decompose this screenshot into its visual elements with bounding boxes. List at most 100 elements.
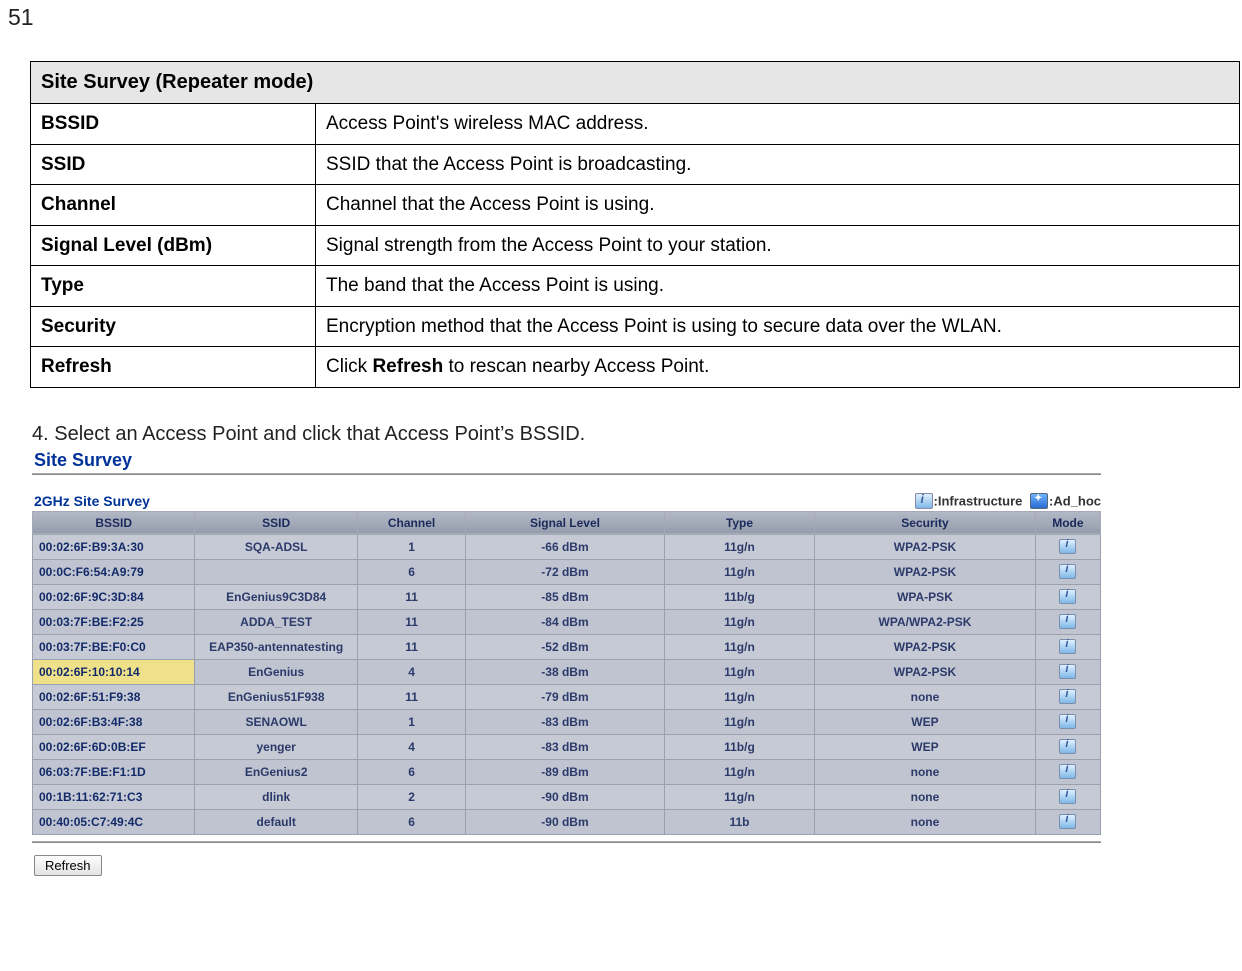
ssid-cell: ADDA_TEST [195,609,357,634]
table-row: 00:0C:F6:54:A9:79 6-72 dBm11g/nWPA2-PSK [33,559,1101,584]
bssid-link[interactable]: 00:02:6F:9C:3D:84 [39,590,144,604]
site-survey-panel: Site Survey 2GHz Site Survey :Infrastruc… [32,450,1101,876]
infrastructure-icon [1059,739,1076,754]
desc-label: Channel [31,185,316,226]
infrastructure-icon [1059,689,1076,704]
type-cell: 11g/n [664,759,814,784]
grid-header: Security [815,511,1036,534]
infrastructure-icon [1059,564,1076,579]
channel-cell: 11 [357,684,465,709]
security-cell: none [815,759,1036,784]
mode-cell [1035,784,1100,809]
infrastructure-icon [1059,589,1076,604]
table-row: 00:02:6F:B9:3A:30SQA-ADSL1-66 dBm11g/nWP… [33,534,1101,559]
mode-cell [1035,534,1100,559]
desc-value: SSID that the Access Point is broadcasti… [316,144,1240,185]
signal-cell: -72 dBm [466,559,665,584]
infrastructure-icon [1059,789,1076,804]
type-cell: 11g/n [664,534,814,559]
mode-cell [1035,684,1100,709]
signal-cell: -79 dBm [466,684,665,709]
legend: :Infrastructure :Ad_hoc [911,493,1101,511]
adhoc-icon [1030,493,1048,509]
desc-value: Signal strength from the Access Point to… [316,225,1240,266]
infrastructure-icon [1059,539,1076,554]
site-survey-grid: BSSIDSSIDChannelSignal LevelTypeSecurity… [32,511,1101,835]
description-title: Site Survey (Repeater mode) [31,62,1240,104]
channel-cell: 11 [357,609,465,634]
security-cell: WPA-PSK [815,584,1036,609]
channel-cell: 6 [357,559,465,584]
bssid-link[interactable]: 00:02:6F:6D:0B:EF [39,740,146,754]
channel-cell: 6 [357,809,465,834]
desc-label: Type [31,266,316,307]
bssid-link[interactable]: 00:0C:F6:54:A9:79 [39,565,144,579]
desc-label: Signal Level (dBm) [31,225,316,266]
desc-value: The band that the Access Point is using. [316,266,1240,307]
grid-header: Mode [1035,511,1100,534]
table-row: 00:02:6F:9C:3D:84EnGenius9C3D8411-85 dBm… [33,584,1101,609]
signal-cell: -90 dBm [466,809,665,834]
security-cell: WPA2-PSK [815,559,1036,584]
bssid-link[interactable]: 00:02:6F:10:10:14 [39,665,140,679]
ssid-cell [195,559,357,584]
infrastructure-icon [1059,614,1076,629]
mode-cell [1035,734,1100,759]
bssid-link[interactable]: 00:03:7F:BE:F2:25 [39,615,144,629]
grid-header: Signal Level [466,511,665,534]
security-cell: WPA/WPA2-PSK [815,609,1036,634]
mode-cell [1035,634,1100,659]
type-cell: 11b/g [664,734,814,759]
divider [32,841,1101,843]
table-row: 00:02:6F:B3:4F:38SENAOWL1-83 dBm11g/nWEP [33,709,1101,734]
security-cell: WPA2-PSK [815,534,1036,559]
table-row: 00:1B:11:62:71:C3dlink2-90 dBm11g/nnone [33,784,1101,809]
site-survey-subtitle: 2GHz Site Survey [34,493,150,509]
type-cell: 11g/n [664,784,814,809]
channel-cell: 11 [357,634,465,659]
grid-header: BSSID [33,511,195,534]
mode-cell [1035,709,1100,734]
legend-adhoc-label: :Ad_hoc [1049,493,1101,508]
infrastructure-icon [1059,764,1076,779]
site-survey-title: Site Survey [34,450,1101,471]
bssid-link[interactable]: 00:02:6F:B9:3A:30 [39,540,144,554]
refresh-button[interactable]: Refresh [34,855,102,876]
table-row: 06:03:7F:BE:F1:1DEnGenius26-89 dBm11g/nn… [33,759,1101,784]
ssid-cell: SENAOWL [195,709,357,734]
bssid-link[interactable]: 00:40:05:C7:49:4C [39,815,143,829]
legend-infra-label: :Infrastructure [934,493,1023,508]
security-cell: none [815,809,1036,834]
type-cell: 11g/n [664,559,814,584]
signal-cell: -66 dBm [466,534,665,559]
type-cell: 11g/n [664,634,814,659]
bssid-link[interactable]: 06:03:7F:BE:F1:1D [39,765,146,779]
signal-cell: -83 dBm [466,734,665,759]
infrastructure-icon [1059,664,1076,679]
bssid-link[interactable]: 00:02:6F:B3:4F:38 [39,715,142,729]
ssid-cell: default [195,809,357,834]
infrastructure-icon [915,493,933,509]
signal-cell: -85 dBm [466,584,665,609]
security-cell: WEP [815,734,1036,759]
infrastructure-icon [1059,814,1076,829]
type-cell: 11b/g [664,584,814,609]
ssid-cell: EnGenius [195,659,357,684]
step-instruction: 4. Select an Access Point and click that… [32,423,1242,446]
grid-header: Channel [357,511,465,534]
desc-label: BSSID [31,104,316,145]
channel-cell: 11 [357,584,465,609]
signal-cell: -90 dBm [466,784,665,809]
ssid-cell: dlink [195,784,357,809]
bssid-link[interactable]: 00:02:6F:51:F9:38 [39,690,140,704]
table-row: 00:02:6F:6D:0B:EFyenger4-83 dBm11b/gWEP [33,734,1101,759]
security-cell: WPA2-PSK [815,659,1036,684]
ssid-cell: yenger [195,734,357,759]
bssid-link[interactable]: 00:1B:11:62:71:C3 [39,790,142,804]
signal-cell: -52 dBm [466,634,665,659]
desc-value: Access Point's wireless MAC address. [316,104,1240,145]
type-cell: 11g/n [664,659,814,684]
bssid-link[interactable]: 00:03:7F:BE:F0:C0 [39,640,146,654]
signal-cell: -84 dBm [466,609,665,634]
table-row: 00:40:05:C7:49:4Cdefault6-90 dBm11bnone [33,809,1101,834]
